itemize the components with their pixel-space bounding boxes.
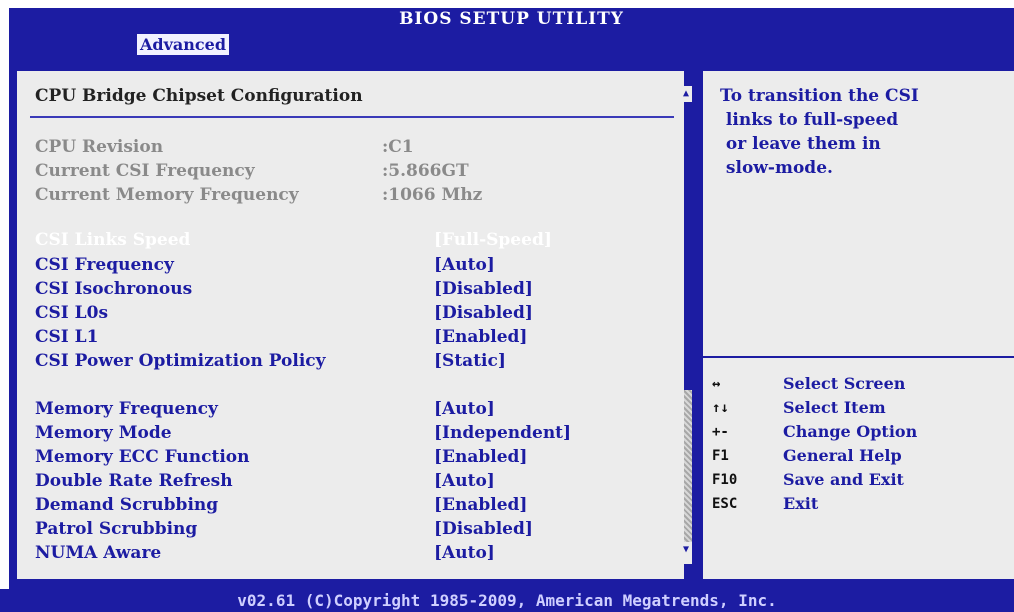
setting-value[interactable]: [Auto] — [434, 471, 495, 491]
scrollbar-thumb[interactable] — [684, 102, 692, 390]
tab-advanced[interactable]: Advanced — [137, 34, 230, 55]
setting-label[interactable]: NUMA Aware — [35, 543, 161, 563]
window-title: BIOS SETUP UTILITY — [399, 9, 624, 29]
help-line: or leave them in — [720, 134, 881, 154]
help-line: links to full-speed — [720, 110, 899, 130]
setting-label[interactable]: Demand Scrubbing — [35, 495, 218, 515]
key-action: Exit — [783, 494, 819, 513]
info-value: :5.866GT — [382, 161, 469, 181]
scroll-down-icon[interactable]: ▼ — [683, 545, 689, 555]
setting-value[interactable]: [Auto] — [434, 543, 495, 563]
info-value: :1066 Mhz — [382, 185, 483, 205]
key-action: General Help — [783, 446, 902, 465]
setting-value[interactable]: [Independent] — [434, 423, 571, 443]
setting-label[interactable]: Double Rate Refresh — [35, 471, 233, 491]
setting-label[interactable]: Memory Mode — [35, 423, 172, 443]
up-down-arrows-icon: ↑↓ — [712, 400, 729, 416]
key-esc: ESC — [712, 496, 738, 512]
help-line: To transition the CSI — [720, 86, 919, 106]
key-f1: F1 — [712, 448, 729, 464]
setting-value[interactable]: [Disabled] — [434, 303, 533, 323]
section-divider — [30, 116, 674, 118]
info-value: :C1 — [382, 137, 414, 157]
info-label: Current CSI Frequency — [35, 161, 255, 181]
key-action: Save and Exit — [783, 470, 904, 489]
help-divider — [703, 356, 1014, 358]
setting-value[interactable]: [Auto] — [434, 399, 495, 419]
section-title: CPU Bridge Chipset Configuration — [35, 86, 363, 106]
setting-value-csi-links-speed[interactable]: [Full-Speed] — [434, 230, 552, 250]
setting-label[interactable]: CSI L0s — [35, 303, 108, 323]
scrollbar-track[interactable] — [684, 390, 692, 542]
setting-label[interactable]: Memory Frequency — [35, 399, 218, 419]
setting-value[interactable]: [Enabled] — [434, 495, 527, 515]
key-action: Select Item — [783, 398, 886, 417]
setting-value[interactable]: [Enabled] — [434, 327, 527, 347]
info-label: Current Memory Frequency — [35, 185, 299, 205]
setting-value[interactable]: [Disabled] — [434, 279, 533, 299]
title-bar: BIOS SETUP UTILITY Advanced — [9, 8, 1014, 57]
setting-label[interactable]: Memory ECC Function — [35, 447, 250, 467]
panel-divider — [692, 71, 694, 579]
setting-value[interactable]: [Disabled] — [434, 519, 533, 539]
left-right-arrows-icon: ↔ — [712, 376, 721, 392]
setting-label[interactable]: CSI L1 — [35, 327, 98, 347]
setting-label[interactable]: CSI Isochronous — [35, 279, 192, 299]
setting-value[interactable]: [Static] — [434, 351, 506, 371]
setting-label-csi-links-speed[interactable]: CSI Links Speed — [35, 230, 190, 250]
key-action: Change Option — [783, 422, 918, 441]
help-line: slow-mode. — [720, 158, 833, 178]
setting-value[interactable]: [Enabled] — [434, 447, 527, 467]
key-f10: F10 — [712, 472, 738, 488]
setting-label[interactable]: Patrol Scrubbing — [35, 519, 197, 539]
setting-label[interactable]: CSI Frequency — [35, 255, 174, 275]
key-action: Select Screen — [783, 374, 906, 393]
setting-label[interactable]: CSI Power Optimization Policy — [35, 351, 326, 371]
info-label: CPU Revision — [35, 137, 164, 157]
copyright-footer: v02.61 (C)Copyright 1985-2009, American … — [0, 589, 1014, 612]
scroll-up-icon[interactable]: ▲ — [683, 89, 689, 99]
setting-value[interactable]: [Auto] — [434, 255, 495, 275]
plus-minus-icon: +- — [712, 424, 729, 440]
